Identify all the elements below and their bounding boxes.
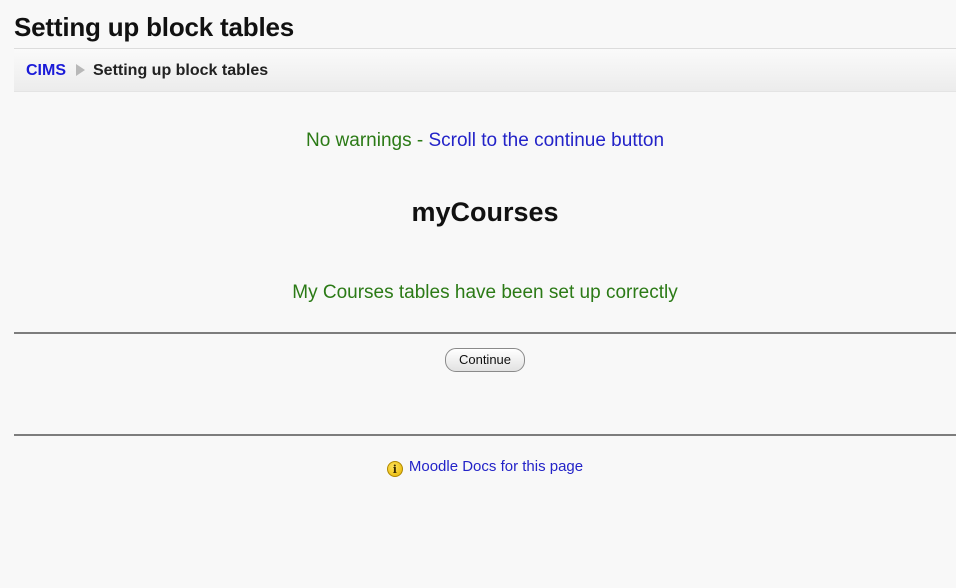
breadcrumb: CIMS Setting up block tables bbox=[26, 62, 268, 80]
info-icon: i bbox=[386, 461, 403, 477]
warnings-text: No warnings - bbox=[305, 130, 429, 151]
breadcrumb-home-link[interactable]: CIMS bbox=[26, 62, 66, 79]
block-heading: myCourses bbox=[411, 197, 559, 227]
breadcrumb-separator-icon bbox=[76, 64, 85, 76]
scroll-to-continue-link[interactable]: Scroll to the continue button bbox=[428, 130, 664, 151]
warnings-notice: No warnings - Scroll to the continue but… bbox=[14, 130, 956, 152]
divider bbox=[14, 434, 956, 436]
moodle-docs-link[interactable]: Moodle Docs for this page bbox=[409, 458, 583, 475]
breadcrumb-current: Setting up block tables bbox=[93, 62, 269, 79]
continue-container: Continue bbox=[14, 348, 956, 372]
page: Setting up block tables CIMS Setting up b… bbox=[0, 0, 956, 588]
page-title: Setting up block tables bbox=[14, 12, 294, 42]
navbar: CIMS Setting up block tables bbox=[14, 48, 956, 92]
continue-button[interactable]: Continue bbox=[444, 348, 526, 372]
success-notice: My Courses tables have been set up corre… bbox=[292, 282, 678, 303]
divider bbox=[14, 332, 956, 334]
docs-footer: i Moodle Docs for this page bbox=[14, 458, 956, 477]
